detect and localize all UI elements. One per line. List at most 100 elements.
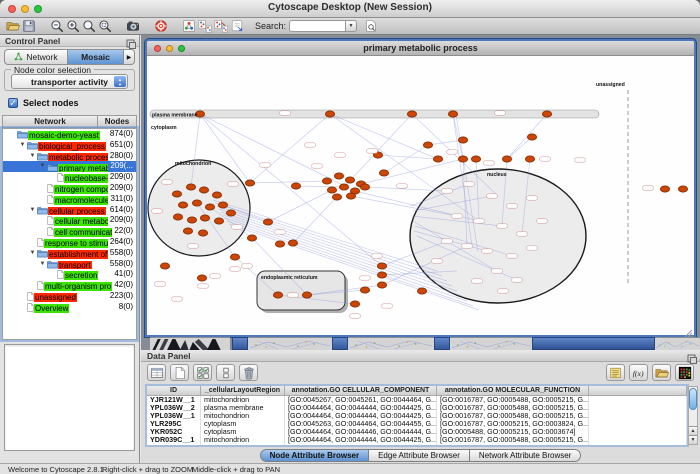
layout-move-icon[interactable] — [213, 19, 229, 34]
background-window-corner[interactable] — [332, 337, 348, 350]
layout-copy-icon[interactable] — [197, 19, 213, 34]
network-node[interactable] — [345, 177, 354, 183]
table-row[interactable]: YKR052Ccytoplasm[GO:0044464, GO:0044446,… — [147, 428, 687, 436]
network-node[interactable] — [263, 219, 272, 225]
network-node[interactable] — [502, 156, 511, 162]
scroll-down-button[interactable]: ▼ — [689, 435, 697, 444]
expander-icon[interactable]: ▼ — [28, 248, 37, 259]
table-cell[interactable]: [GO:0045267, GO:0045261, GO:0044464, G..… — [285, 396, 437, 404]
table-row[interactable]: YPL036W__1mitochondrion[GO:0044464, GO:0… — [147, 412, 687, 420]
network-node[interactable] — [377, 282, 386, 288]
expander-icon[interactable]: ▼ — [28, 151, 37, 162]
network-node[interactable] — [377, 272, 386, 278]
tree-row[interactable]: macromolecule311(0) — [3, 194, 136, 205]
background-window-corner[interactable] — [232, 337, 248, 350]
search-dropdown-icon[interactable]: ▼ — [345, 20, 357, 32]
table-cell[interactable]: YDR039C__1 — [147, 436, 201, 444]
table-cell[interactable]: mitochondrion — [201, 396, 285, 404]
network-node[interactable] — [212, 192, 221, 198]
network-node[interactable] — [218, 202, 227, 208]
table-row[interactable]: YJR121W__1mitochondrion[GO:0045267, GO:0… — [147, 396, 687, 404]
tree-row[interactable]: ▼cellular process614(0) — [3, 205, 136, 216]
tree-row[interactable]: nucleobase-209(0) — [3, 172, 136, 183]
expander-icon[interactable]: ▼ — [38, 161, 47, 172]
table-cell[interactable]: YKR052C — [147, 428, 201, 436]
tree-row[interactable]: cell communicat22(0) — [3, 226, 136, 237]
network-node[interactable] — [471, 156, 480, 162]
column-header[interactable]: annotation.GO CELLULAR_COMPONENT — [285, 386, 437, 395]
table-cell[interactable]: mitochondrion — [201, 436, 285, 444]
network-view-window[interactable]: primary metabolic process plasma membran… — [145, 39, 696, 337]
snapshot-icon[interactable] — [125, 19, 141, 34]
scroll-up-button[interactable]: ▲ — [689, 426, 697, 435]
network-node[interactable] — [205, 204, 214, 210]
network-node[interactable] — [302, 292, 311, 298]
network-node[interactable] — [360, 184, 369, 190]
open-folder-icon[interactable] — [5, 19, 21, 34]
network-node[interactable] — [173, 214, 182, 220]
table-cell[interactable]: mitochondrion — [201, 412, 285, 420]
zoom-fit-icon[interactable] — [81, 19, 97, 34]
table-row[interactable]: YPL036W__2plasma membrane[GO:0044464, GO… — [147, 404, 687, 412]
zoom-out-icon[interactable] — [49, 19, 65, 34]
float-panel-icon[interactable] — [126, 36, 136, 46]
table-cell[interactable]: [GO:0005488, GO:0005215, GO:0003674] — [437, 428, 589, 436]
node-color-dropdown[interactable]: transporter activity ▲▼ — [11, 74, 128, 89]
network-node[interactable] — [322, 178, 331, 184]
network-node[interactable] — [198, 230, 207, 236]
network-node[interactable] — [458, 156, 467, 162]
network-node[interactable] — [327, 187, 336, 193]
search-input[interactable] — [289, 20, 345, 32]
network-node[interactable] — [288, 240, 297, 246]
attribute-batch-icon[interactable] — [606, 364, 625, 381]
network-node[interactable] — [332, 194, 341, 200]
tab-overflow-arrow[interactable]: ▶ — [124, 49, 135, 65]
save-icon[interactable] — [21, 19, 37, 34]
network-node[interactable] — [377, 263, 386, 269]
network-node[interactable] — [346, 193, 355, 199]
network-node[interactable] — [379, 170, 388, 176]
annotation-icon[interactable] — [229, 19, 245, 34]
tree-row[interactable]: cellular metabo209(0) — [3, 215, 136, 226]
network-node[interactable] — [542, 111, 551, 117]
network-node[interactable] — [417, 288, 426, 294]
table-cell[interactable]: YJR121W__1 — [147, 396, 201, 404]
table-cell[interactable]: YPL036W__1 — [147, 412, 201, 420]
background-window-corner[interactable] — [434, 337, 450, 350]
network-node[interactable] — [178, 202, 187, 208]
table-cell[interactable]: [GO:0016787, GO:0005488, GO:0005215, G..… — [437, 404, 589, 412]
tree-row[interactable]: mosaic-demo-yeast874(0) — [3, 129, 136, 140]
network-node[interactable] — [192, 200, 201, 206]
tab-node-attribute-browser[interactable]: Node Attribute Browser — [260, 449, 370, 462]
tree-row[interactable]: nitrogen compo209(0) — [3, 183, 136, 194]
table-cell[interactable]: [GO:0016787, GO:0005215, GO:0003824, G..… — [437, 420, 589, 428]
network-node[interactable] — [197, 275, 206, 281]
expander-icon[interactable]: ▼ — [18, 140, 27, 151]
table-cell[interactable]: [GO:0044464, GO:0044444, GO:0044425, G..… — [285, 436, 437, 444]
search-options-icon[interactable] — [363, 19, 379, 34]
network-node[interactable] — [275, 241, 284, 247]
table-cell[interactable]: YPL036W__2 — [147, 404, 201, 412]
tab-network-attribute-browser[interactable]: Network Attribute Browser — [470, 449, 581, 462]
scrollbar-thumb[interactable] — [689, 388, 697, 410]
table-cell[interactable]: [GO:0045263, GO:0044464, GO:0044455, G..… — [285, 420, 437, 428]
tree-row[interactable]: ▼establishment of lo558(0) — [3, 248, 136, 259]
network-node[interactable] — [214, 218, 223, 224]
expander-icon[interactable]: ▼ — [28, 205, 37, 216]
tab-network[interactable]: Network — [4, 49, 68, 65]
tree-row[interactable]: ▼biological_process651(0) — [3, 140, 136, 151]
window-titlebar[interactable]: Cytoscape Desktop (New Session) — [0, 0, 700, 18]
table-row[interactable]: YLR295Ccytoplasm[GO:0045263, GO:0044464,… — [147, 420, 687, 428]
help-ring-icon[interactable] — [153, 19, 169, 34]
new-attribute-icon[interactable] — [170, 364, 189, 381]
network-node[interactable] — [291, 183, 300, 189]
tree-row[interactable]: secretion41(0) — [3, 269, 136, 280]
select-nodes-checkbox[interactable] — [8, 98, 18, 108]
network-node[interactable] — [273, 292, 282, 298]
network-canvas[interactable]: plasma membranecytoplasmmitochondrionnuc… — [147, 56, 694, 335]
table-cell[interactable]: [GO:0044464, GO:0044444, GO:0044425, G..… — [285, 412, 437, 420]
network-node[interactable] — [660, 186, 669, 192]
table-scrollbar[interactable]: ▲ ▼ — [688, 386, 698, 445]
function-builder-icon[interactable]: f(x) — [629, 364, 648, 381]
network-node[interactable] — [199, 187, 208, 193]
